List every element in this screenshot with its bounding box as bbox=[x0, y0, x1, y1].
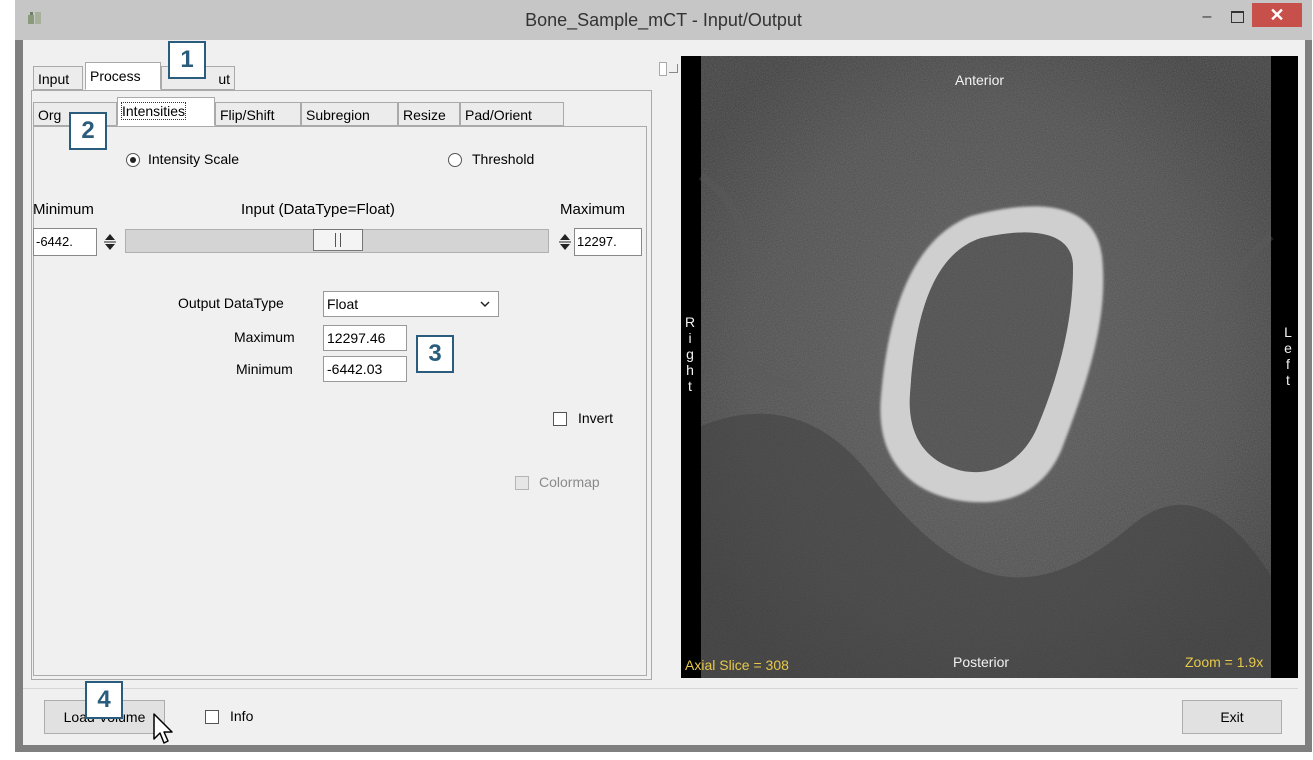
output-datatype-value: Float bbox=[327, 296, 359, 312]
info-label: Info bbox=[230, 708, 254, 724]
threshold-radio[interactable] bbox=[448, 153, 462, 167]
range-minimum-label: Minimum bbox=[33, 201, 94, 218]
image-viewer[interactable]: Anterior Posterior R i g h t L e f t Axi… bbox=[681, 56, 1298, 678]
maximize-button[interactable] bbox=[1222, 4, 1252, 30]
output-minimum-label: Minimum bbox=[236, 361, 293, 377]
thumb-grip bbox=[335, 233, 336, 247]
threshold-label: Threshold bbox=[472, 151, 535, 167]
tab-resize[interactable]: Resize bbox=[398, 102, 460, 126]
right-letter: g bbox=[686, 346, 694, 362]
left-letter: t bbox=[1286, 372, 1290, 388]
range-min-field[interactable]: -6442. bbox=[33, 228, 97, 256]
spinner-arrows-icon bbox=[104, 234, 116, 250]
mouse-pointer-icon bbox=[153, 713, 173, 744]
title-bar[interactable]: Bone_Sample_mCT - Input/Output – ✕ bbox=[15, 0, 1312, 40]
tab-process[interactable]: Process bbox=[85, 62, 161, 90]
tab-input[interactable]: Input bbox=[33, 66, 83, 90]
splitter-handle[interactable] bbox=[659, 62, 667, 76]
anterior-label: Anterior bbox=[955, 72, 1005, 88]
callout-1: 1 bbox=[168, 41, 206, 79]
range-max-field[interactable]: 12297. bbox=[574, 228, 642, 256]
invert-checkbox[interactable] bbox=[553, 412, 567, 426]
input-datatype-label: Input (DataType=Float) bbox=[241, 201, 395, 218]
exit-button[interactable]: Exit bbox=[1182, 700, 1282, 734]
right-label: R i g h t bbox=[684, 314, 696, 394]
intensity-scale-radio[interactable] bbox=[126, 153, 140, 167]
left-letter: e bbox=[1284, 340, 1292, 356]
left-letter: L bbox=[1284, 324, 1292, 340]
zoom-indicator: Zoom = 1.9x bbox=[1185, 654, 1264, 670]
tab-intensities[interactable]: Intensities bbox=[117, 97, 215, 126]
window-title: Bone_Sample_mCT - Input/Output bbox=[525, 10, 802, 30]
intensity-scale-label: Intensity Scale bbox=[148, 151, 240, 167]
output-datatype-select[interactable]: Float bbox=[323, 291, 499, 317]
range-min-spinner[interactable] bbox=[103, 232, 117, 252]
output-maximum-label: Maximum bbox=[234, 329, 295, 345]
colormap-label: Colormap bbox=[539, 474, 600, 490]
right-letter: t bbox=[688, 378, 692, 394]
slice-indicator: Axial Slice = 308 bbox=[685, 657, 789, 673]
posterior-label: Posterior bbox=[953, 654, 1010, 670]
thumb-grip bbox=[340, 233, 341, 247]
tab-subregion[interactable]: Subregion bbox=[301, 102, 398, 126]
minimize-button[interactable]: – bbox=[1192, 4, 1222, 30]
info-checkbox[interactable] bbox=[205, 710, 219, 724]
invert-label: Invert bbox=[578, 410, 614, 426]
ct-slice-image bbox=[698, 56, 1274, 678]
output-maximum-field[interactable]: 12297.46 bbox=[323, 325, 407, 351]
splitter-corner bbox=[669, 64, 678, 73]
colormap-checkbox[interactable] bbox=[515, 476, 529, 490]
range-slider-thumb[interactable] bbox=[313, 229, 363, 251]
close-button[interactable]: ✕ bbox=[1252, 3, 1302, 27]
left-label: L e f t bbox=[1282, 324, 1294, 388]
maximize-icon bbox=[1231, 11, 1244, 23]
callout-3: 3 bbox=[416, 335, 454, 373]
tab-pad-orient[interactable]: Pad/Orient bbox=[460, 102, 564, 126]
bottom-divider bbox=[23, 688, 1298, 689]
right-letter: R bbox=[684, 314, 696, 330]
output-minimum-field[interactable]: -6442.03 bbox=[323, 356, 407, 382]
output-datatype-label: Output DataType bbox=[178, 295, 284, 311]
spinner-arrows-icon bbox=[559, 234, 571, 250]
range-max-spinner[interactable] bbox=[558, 232, 572, 252]
right-letter: i bbox=[688, 330, 692, 346]
right-letter: h bbox=[686, 362, 694, 378]
range-maximum-label: Maximum bbox=[560, 201, 626, 218]
callout-2: 2 bbox=[69, 112, 107, 150]
tab-flip-shift[interactable]: Flip/Shift bbox=[215, 102, 301, 126]
left-letter: f bbox=[1286, 356, 1290, 372]
callout-4: 4 bbox=[85, 681, 123, 719]
tab-intensities-label: Intensities bbox=[120, 102, 187, 120]
chevron-down-icon bbox=[480, 301, 490, 308]
